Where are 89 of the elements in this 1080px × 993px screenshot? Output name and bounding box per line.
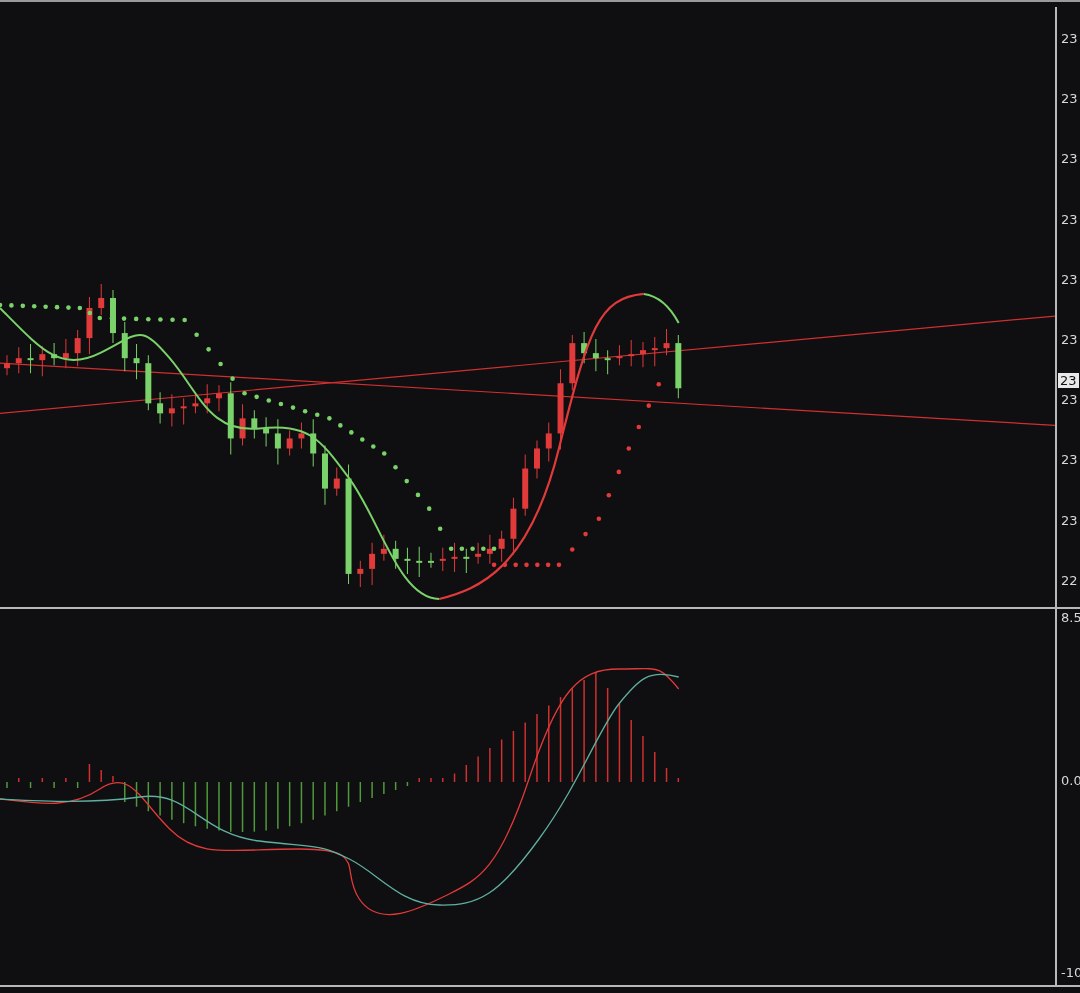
- candle: [110, 289, 116, 344]
- candle: [675, 334, 682, 399]
- candle: [640, 341, 646, 368]
- candle: [4, 354, 10, 376]
- candle: [522, 454, 529, 517]
- candle: [486, 534, 493, 565]
- axis-label: 22: [1061, 572, 1078, 588]
- axis-label: 23: [1061, 91, 1078, 107]
- candle: [498, 530, 505, 563]
- candle: [39, 345, 46, 377]
- candle: [581, 331, 588, 364]
- histogram-bar: [406, 781, 409, 787]
- candle: [510, 497, 517, 556]
- histogram-bar: [300, 781, 303, 824]
- candle: [475, 542, 482, 565]
- candle: [157, 391, 164, 424]
- histogram-bar: [135, 781, 138, 808]
- candle: [239, 403, 246, 446]
- candle: [451, 542, 458, 573]
- candle: [651, 336, 658, 367]
- histogram-bar: [665, 767, 668, 783]
- candle: [216, 384, 222, 412]
- histogram-bar: [465, 764, 468, 783]
- candle: [463, 548, 470, 574]
- candle: [180, 397, 187, 425]
- histogram-bar: [500, 738, 503, 783]
- histogram-bar: [453, 772, 456, 783]
- candle: [15, 346, 22, 374]
- candle: [322, 444, 328, 506]
- candle: [121, 321, 128, 372]
- candle: [604, 349, 611, 375]
- histogram-bar: [359, 781, 362, 803]
- candle: [392, 540, 399, 570]
- candle: [369, 542, 376, 586]
- candle: [62, 338, 69, 369]
- candle: [310, 418, 317, 468]
- histogram-bar: [182, 781, 185, 824]
- candle: [263, 416, 270, 447]
- axis-label: 23: [1061, 332, 1078, 347]
- candle: [51, 342, 58, 366]
- candle: [286, 429, 293, 456]
- candle: [569, 334, 576, 391]
- candle: [74, 329, 81, 367]
- candle: [380, 534, 387, 562]
- candle: [439, 547, 446, 572]
- histogram-bar: [147, 781, 150, 812]
- candle: [204, 383, 211, 414]
- axis-label: 23: [1061, 512, 1078, 528]
- histogram-bar: [288, 781, 291, 827]
- histogram-bar: [394, 781, 397, 791]
- axis-label: 23: [1061, 31, 1078, 46]
- histogram-bar: [194, 781, 197, 827]
- current-price-label: 23: [1058, 373, 1079, 388]
- candle: [274, 418, 281, 466]
- histogram-bar: [88, 763, 91, 783]
- axis-label: 23: [1061, 151, 1078, 167]
- candle: [545, 421, 552, 462]
- candle: [628, 339, 635, 367]
- candle: [86, 296, 93, 355]
- axis-label: 8.5: [1061, 610, 1080, 625]
- axis-label: 23: [1061, 392, 1078, 408]
- candle: [145, 354, 152, 411]
- candle: [333, 467, 340, 497]
- candle: [663, 328, 670, 356]
- candle: [298, 421, 305, 449]
- histogram-bar: [41, 777, 44, 783]
- candle: [168, 393, 175, 427]
- candle: [98, 283, 105, 316]
- axis-label: 23: [1061, 452, 1078, 468]
- axis-label: 23: [1061, 211, 1078, 227]
- candle: [592, 338, 599, 372]
- axis-label: 23: [1061, 271, 1078, 287]
- candle: [534, 439, 540, 480]
- candle: [27, 343, 34, 374]
- candle: [428, 552, 434, 569]
- histogram-bar: [253, 781, 256, 833]
- candle: [616, 344, 623, 366]
- candle: [357, 560, 364, 588]
- candle: [416, 546, 423, 578]
- histogram-bar: [347, 781, 350, 808]
- histogram-bar: [241, 781, 244, 833]
- candle: [251, 409, 258, 439]
- candle: [404, 547, 411, 575]
- candle: [133, 343, 140, 380]
- histogram-bar: [76, 781, 79, 789]
- histogram-bar: [512, 730, 515, 783]
- axis-label: 0.0: [1061, 773, 1080, 788]
- histogram-bar: [29, 781, 32, 789]
- histogram-bar: [677, 777, 680, 783]
